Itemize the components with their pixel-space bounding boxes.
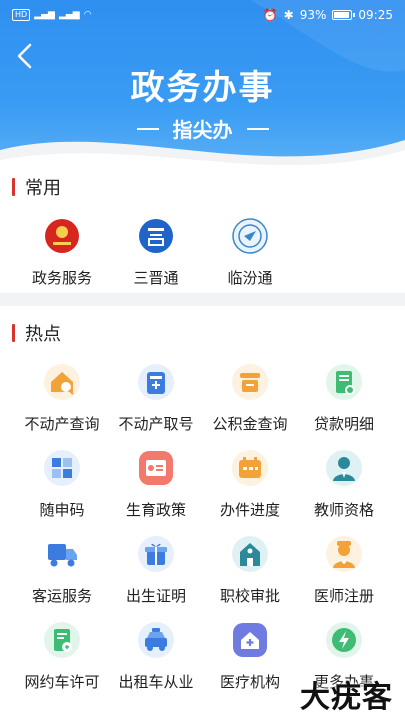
common-section: 常用 政务服务 三晋通 临汾通 — [0, 168, 405, 293]
truck-icon — [40, 532, 84, 576]
service-item[interactable]: 医师注册 — [296, 532, 392, 606]
service-label: 不动产查询 — [24, 415, 100, 433]
section-header: 常用 — [12, 174, 61, 200]
service-label: 医疗机构 — [219, 673, 280, 691]
service-label: 政务服务 — [31, 269, 92, 287]
doctor-icon — [322, 532, 366, 576]
service-label: 职校审批 — [219, 587, 280, 605]
service-label: 客运服务 — [31, 587, 92, 605]
service-item[interactable]: 不动产查询 — [14, 360, 110, 434]
house-search-icon — [40, 360, 84, 404]
service-label: 出生证明 — [125, 587, 186, 605]
service-item[interactable]: 生育政策 — [108, 446, 204, 520]
section-marker — [12, 178, 15, 196]
signal-icon: ▂▄▆ — [34, 10, 55, 20]
wifi-icon: ◠ — [83, 10, 92, 20]
service-item[interactable]: 职校审批 — [202, 532, 298, 606]
loan-doc-icon — [322, 360, 366, 404]
service-item[interactable]: 客运服务 — [14, 532, 110, 606]
hot-section: 热点 不动产查询 不动产取号 公积金查询 贷款明细 随申码 生育政策 办件进度 … — [0, 306, 405, 720]
service-label: 临汾通 — [227, 269, 273, 287]
battery-percent: 93% — [299, 8, 327, 22]
calendar-icon — [228, 446, 272, 490]
service-item[interactable]: 临汾通 — [202, 214, 298, 288]
service-item[interactable]: 公积金查询 — [202, 360, 298, 434]
service-label: 不动产取号 — [118, 415, 194, 433]
sanjintong-logo-icon — [134, 214, 178, 258]
subtitle-text: 指尖办 — [172, 118, 233, 142]
service-label: 公积金查询 — [212, 415, 288, 433]
service-label: 生育政策 — [125, 501, 186, 519]
qr-code-icon — [40, 446, 84, 490]
service-item[interactable]: 政务服务 — [14, 214, 110, 288]
alarm-icon: ⏰ — [262, 8, 278, 22]
lightning-icon — [322, 618, 366, 662]
section-header: 热点 — [12, 320, 61, 346]
section-marker — [12, 324, 15, 342]
subtitle-dash — [246, 127, 269, 130]
government-emblem-icon — [40, 214, 84, 258]
battery-icon — [332, 10, 356, 20]
gift-icon — [134, 532, 178, 576]
page-title: 政务办事 — [130, 68, 275, 108]
service-label: 随申码 — [39, 501, 85, 519]
clock: 09:25 — [358, 8, 393, 22]
permit-doc-icon — [40, 618, 84, 662]
teacher-icon — [322, 446, 366, 490]
service-label: 出租车从业 — [118, 673, 194, 691]
service-label: 网约车许可 — [24, 673, 100, 691]
header-banner: HD ▂▄▆ ▂▄▆ ◠ ⏰ ✱ 93% 09:25 政务办事 指尖办 — [0, 0, 405, 178]
status-bar: HD ▂▄▆ ▂▄▆ ◠ ⏰ ✱ 93% 09:25 — [0, 0, 405, 30]
bluetooth-icon: ✱ — [283, 8, 294, 22]
ticket-icon — [134, 360, 178, 404]
service-item[interactable]: 医疗机构 — [202, 618, 298, 692]
school-icon — [228, 532, 272, 576]
signal-indicators: HD ▂▄▆ ▂▄▆ ◠ — [12, 9, 92, 21]
service-item[interactable]: 出租车从业 — [108, 618, 204, 692]
service-item[interactable]: 出生证明 — [108, 532, 204, 606]
taxi-icon — [134, 618, 178, 662]
page-subtitle: 指尖办 — [0, 114, 405, 143]
service-item[interactable]: 教师资格 — [296, 446, 392, 520]
service-label: 教师资格 — [313, 501, 374, 519]
service-item[interactable]: 办件进度 — [202, 446, 298, 520]
hd-badge: HD — [12, 9, 31, 21]
service-label: 三晋通 — [133, 269, 179, 287]
service-item[interactable]: 贷款明细 — [296, 360, 392, 434]
section-title: 热点 — [25, 324, 61, 345]
service-item[interactable]: 网约车许可 — [14, 618, 110, 692]
service-label: 办件进度 — [219, 501, 280, 519]
service-item[interactable]: 不动产取号 — [108, 360, 204, 434]
service-label: 医师注册 — [313, 587, 374, 605]
certificate-icon — [134, 446, 178, 490]
service-item[interactable]: 三晋通 — [108, 214, 204, 288]
section-title: 常用 — [25, 178, 61, 199]
subtitle-dash — [136, 127, 159, 130]
watermark: 大疣客 — [300, 680, 393, 715]
service-item[interactable]: 随申码 — [14, 446, 110, 520]
hospital-icon — [228, 618, 272, 662]
service-label: 贷款明细 — [313, 415, 374, 433]
fund-icon — [228, 360, 272, 404]
signal-icon: ▂▄▆ — [58, 10, 80, 20]
linfentong-logo-icon — [228, 214, 272, 258]
